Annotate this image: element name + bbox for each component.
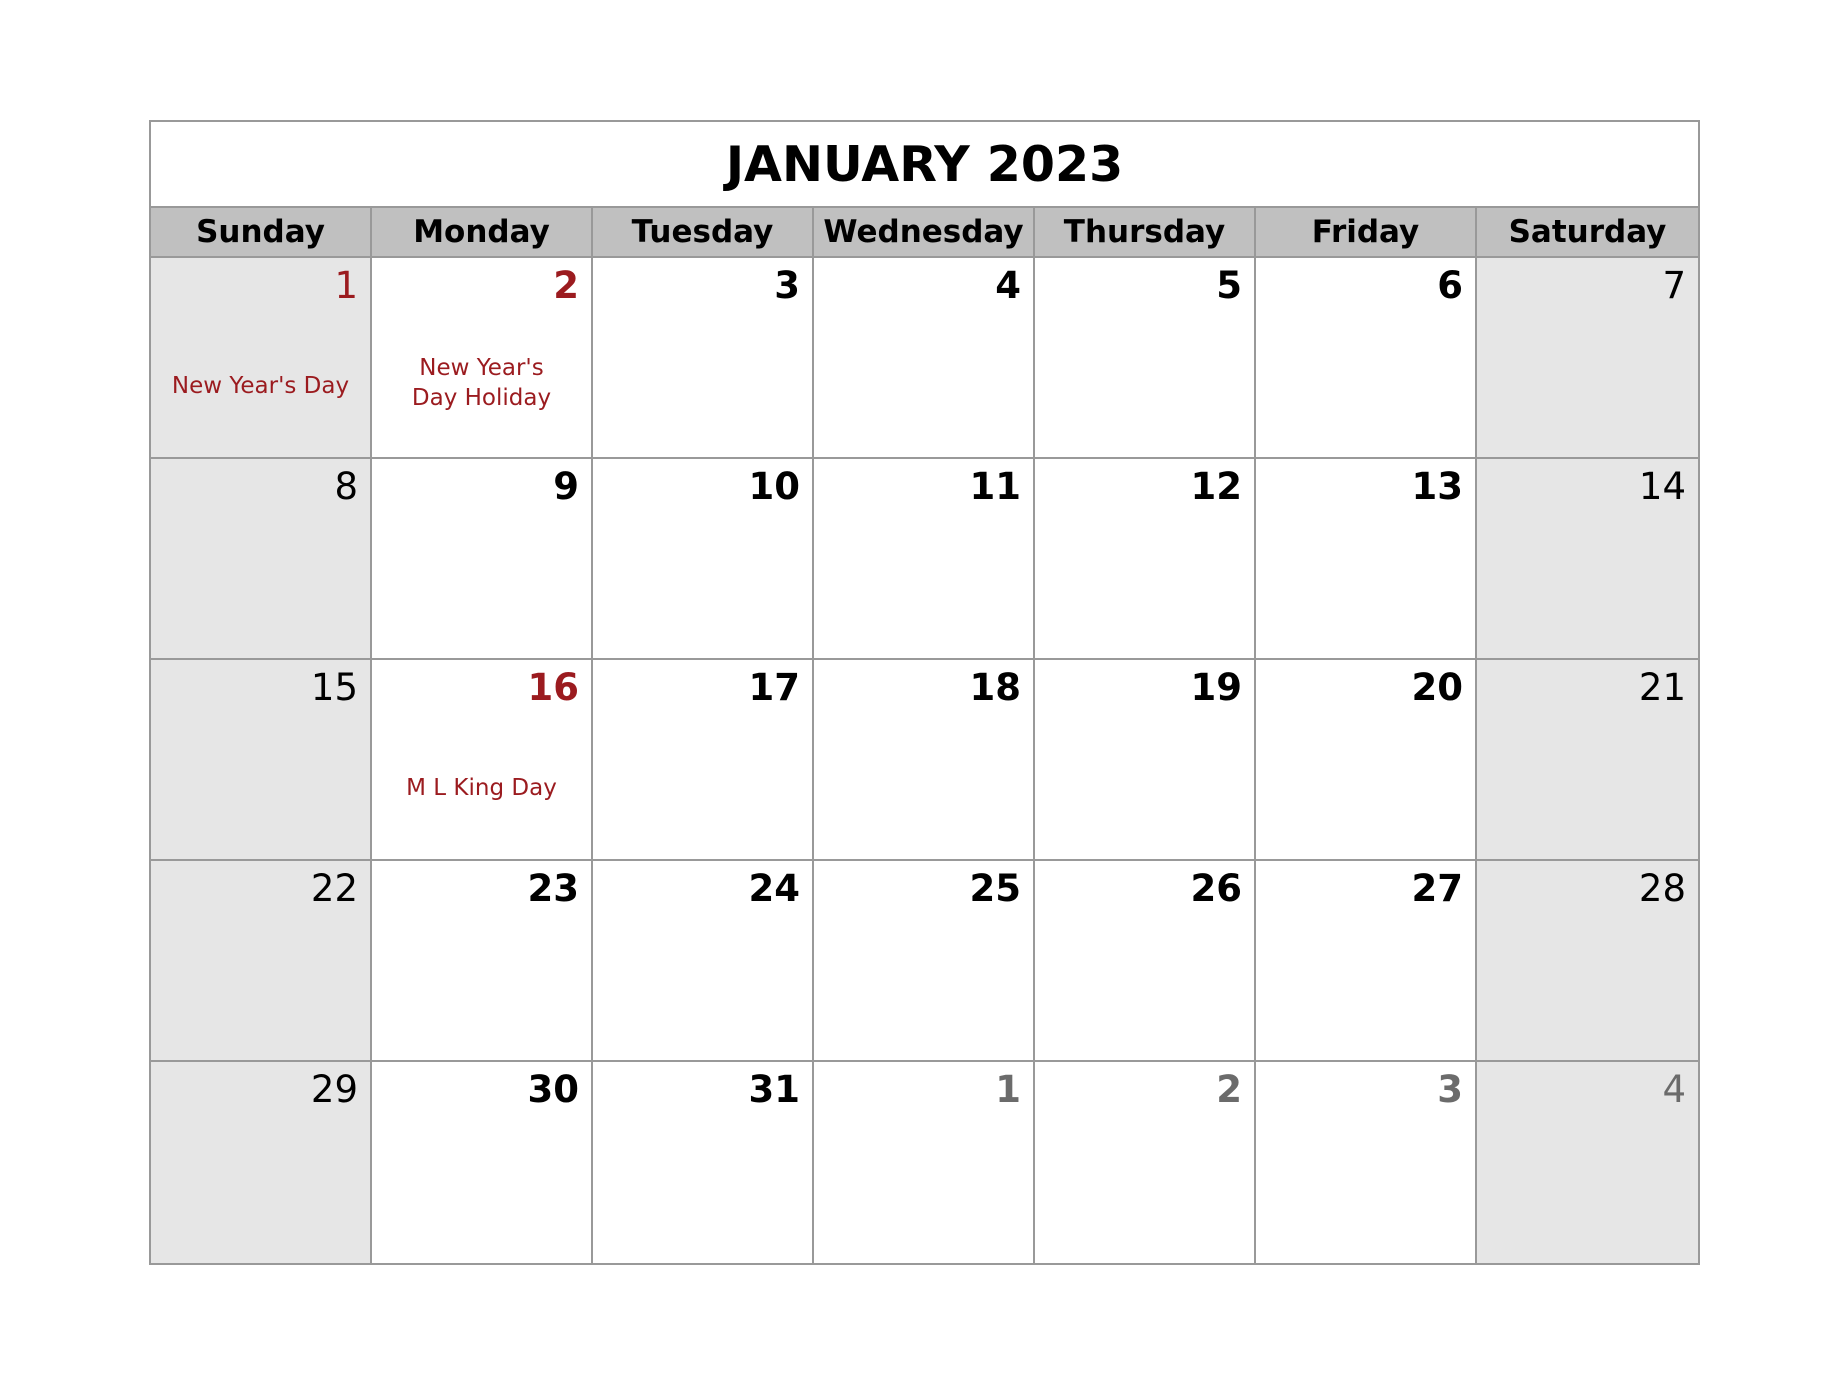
weekday-header-friday: Friday [1256, 208, 1477, 258]
day-number: 30 [527, 1068, 580, 1111]
day-cell[interactable]: 20 [1256, 660, 1477, 861]
day-number: 2 [1216, 1068, 1242, 1111]
day-cell[interactable]: 16 M L King Day [372, 660, 593, 861]
day-cell[interactable]: 29 [151, 1062, 372, 1263]
day-cell[interactable]: 10 [593, 459, 814, 660]
day-cell[interactable]: 6 [1256, 258, 1477, 459]
day-cell[interactable]: 28 [1477, 861, 1698, 1062]
day-number: 1 [995, 1068, 1021, 1111]
day-number: 26 [1190, 867, 1243, 910]
day-number: 22 [310, 867, 358, 910]
holiday-event: New Year's Day Holiday [411, 355, 552, 411]
day-number: 25 [969, 867, 1022, 910]
day-cell[interactable]: 11 [814, 459, 1035, 660]
month-title: JANUARY 2023 [725, 135, 1124, 193]
day-number: 27 [1411, 867, 1464, 910]
day-cell[interactable]: 1 [814, 1062, 1035, 1263]
day-cell[interactable]: 27 [1256, 861, 1477, 1062]
day-cell[interactable]: 5 [1035, 258, 1256, 459]
weekday-header-tuesday: Tuesday [593, 208, 814, 258]
day-cell[interactable]: 4 [814, 258, 1035, 459]
day-number: 20 [1411, 666, 1464, 709]
day-number: 11 [969, 465, 1022, 508]
day-cell[interactable]: 21 [1477, 660, 1698, 861]
day-number: 3 [774, 264, 800, 307]
day-cell[interactable]: 22 [151, 861, 372, 1062]
day-number: 19 [1190, 666, 1243, 709]
day-number: 8 [334, 465, 358, 508]
day-cell[interactable]: 2 New Year's Day Holiday [372, 258, 593, 459]
day-cell[interactable]: 3 [1256, 1062, 1477, 1263]
day-cell[interactable]: 12 [1035, 459, 1256, 660]
weekday-header-sunday: Sunday [151, 208, 372, 258]
day-number: 5 [1216, 264, 1242, 307]
day-number: 21 [1638, 666, 1686, 709]
day-cell[interactable]: 24 [593, 861, 814, 1062]
day-cell[interactable]: 19 [1035, 660, 1256, 861]
day-number: 4 [995, 264, 1021, 307]
day-number: 15 [310, 666, 358, 709]
day-number: 29 [310, 1068, 358, 1111]
day-number: 10 [748, 465, 801, 508]
day-number: 23 [527, 867, 580, 910]
day-cell[interactable]: 30 [372, 1062, 593, 1263]
day-number: 16 [527, 666, 580, 709]
day-number: 17 [748, 666, 801, 709]
day-cell[interactable]: 18 [814, 660, 1035, 861]
day-number: 7 [1662, 264, 1686, 307]
day-cell[interactable]: 2 [1035, 1062, 1256, 1263]
day-cell[interactable]: 31 [593, 1062, 814, 1263]
weekday-header-wednesday: Wednesday [814, 208, 1035, 258]
day-cell[interactable]: 14 [1477, 459, 1698, 660]
weekday-header-saturday: Saturday [1477, 208, 1698, 258]
weekday-header-monday: Monday [372, 208, 593, 258]
day-number: 28 [1638, 867, 1686, 910]
day-cell[interactable]: 3 [593, 258, 814, 459]
day-number: 4 [1662, 1068, 1686, 1111]
day-number: 1 [334, 264, 358, 307]
day-number: 24 [748, 867, 801, 910]
weekday-header-thursday: Thursday [1035, 208, 1256, 258]
day-cell[interactable]: 15 [151, 660, 372, 861]
day-number: 2 [553, 264, 579, 307]
day-cell[interactable]: 7 [1477, 258, 1698, 459]
day-number: 13 [1411, 465, 1464, 508]
day-cell[interactable]: 26 [1035, 861, 1256, 1062]
holiday-event: M L King Day [406, 775, 557, 801]
calendar-grid: Sunday Monday Tuesday Wednesday Thursday… [151, 208, 1698, 1263]
day-cell[interactable]: 23 [372, 861, 593, 1062]
day-cell[interactable]: 25 [814, 861, 1035, 1062]
day-cell[interactable]: 9 [372, 459, 593, 660]
day-cell[interactable]: 4 [1477, 1062, 1698, 1263]
day-number: 9 [553, 465, 579, 508]
title-row: JANUARY 2023 [151, 122, 1698, 208]
day-cell[interactable]: 17 [593, 660, 814, 861]
day-number: 6 [1437, 264, 1463, 307]
calendar: JANUARY 2023 Sunday Monday Tuesday Wedne… [149, 120, 1700, 1265]
day-number: 3 [1437, 1068, 1463, 1111]
day-number: 31 [748, 1068, 801, 1111]
day-number: 18 [969, 666, 1022, 709]
day-number: 14 [1638, 465, 1686, 508]
day-cell[interactable]: 1 New Year's Day [151, 258, 372, 459]
day-number: 12 [1190, 465, 1243, 508]
day-cell[interactable]: 8 [151, 459, 372, 660]
day-cell[interactable]: 13 [1256, 459, 1477, 660]
holiday-event: New Year's Day [171, 373, 350, 399]
